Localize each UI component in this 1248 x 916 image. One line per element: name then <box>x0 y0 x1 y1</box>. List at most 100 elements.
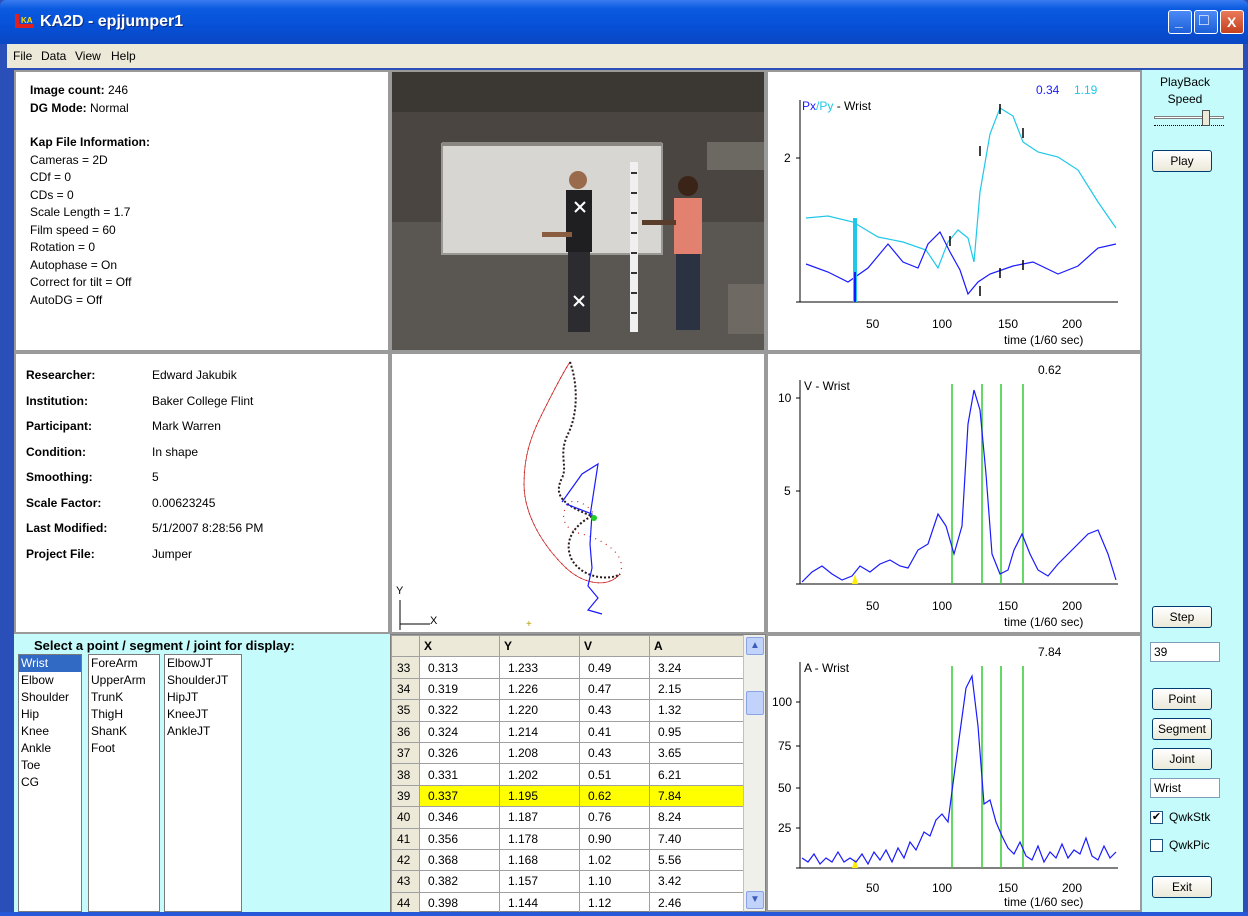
table-cell[interactable]: 0.382 <box>419 870 500 893</box>
menu-help[interactable]: Help <box>111 49 136 63</box>
list-item-segment[interactable]: ThigH <box>89 706 159 723</box>
table-row[interactable]: 33 0.313 1.233 0.49 3.24 <box>391 656 744 679</box>
table-cell[interactable]: 3.24 <box>649 656 744 679</box>
list-item-segment[interactable]: ForeArm <box>89 655 159 672</box>
table-cell[interactable]: 0.324 <box>419 720 500 743</box>
table-cell[interactable]: 1.226 <box>499 677 580 701</box>
column-header[interactable]: X <box>419 634 500 658</box>
row-number[interactable]: 36 <box>391 720 420 743</box>
row-number[interactable]: 33 <box>391 656 420 679</box>
table-cell[interactable]: 1.02 <box>579 848 650 872</box>
table-cell[interactable]: 1.10 <box>579 870 650 893</box>
table-cell[interactable]: 0.47 <box>579 677 650 701</box>
point-button[interactable]: Point <box>1152 688 1212 710</box>
maximize-button[interactable]: □ <box>1194 10 1218 34</box>
list-item-point[interactable]: Hip <box>19 706 81 723</box>
column-header[interactable]: Y <box>499 634 580 658</box>
joints-listbox[interactable]: ElbowJT ShoulderJT HipJT KneeJT AnkleJT <box>164 654 242 912</box>
table-row[interactable]: 44 0.398 1.144 1.12 2.46 <box>391 891 744 915</box>
slider-thumb[interactable] <box>1202 110 1210 126</box>
column-header[interactable]: V <box>579 634 650 658</box>
scroll-up-icon[interactable]: ▲ <box>746 637 764 655</box>
table-scrollbar[interactable]: ▲ ▼ <box>743 635 765 911</box>
table-cell[interactable]: 1.12 <box>579 891 650 915</box>
table-cell[interactable]: 0.319 <box>419 677 500 701</box>
table-row[interactable]: 34 0.319 1.226 0.47 2.15 <box>391 677 744 701</box>
list-item-joint[interactable]: ElbowJT <box>165 655 241 672</box>
qwkpic-check-icon[interactable] <box>1150 838 1163 852</box>
table-row[interactable]: 41 0.356 1.178 0.90 7.40 <box>391 827 744 850</box>
table-cell[interactable]: 1.168 <box>499 848 580 872</box>
row-number[interactable]: 40 <box>391 806 420 829</box>
position-graph[interactable]: 0.34 1.19 Px/Py - Wrist 2 50 100 150 200… <box>766 70 1142 352</box>
close-button[interactable]: X <box>1220 10 1244 34</box>
list-item-point[interactable]: Elbow <box>19 672 81 689</box>
table-row[interactable]: 38 0.331 1.202 0.51 6.21 <box>391 763 744 786</box>
row-number[interactable]: 38 <box>391 763 420 786</box>
list-item-point[interactable]: Knee <box>19 723 81 740</box>
table-cell[interactable]: 0.62 <box>579 784 650 808</box>
table-cell[interactable]: 1.187 <box>499 806 580 829</box>
table-cell[interactable]: 5.56 <box>649 848 744 872</box>
table-cell[interactable]: 0.337 <box>419 784 500 808</box>
table-cell[interactable]: 0.43 <box>579 699 650 722</box>
segments-listbox[interactable]: ForeArm UpperArm TrunK ThigH ShanK Foot <box>88 654 160 912</box>
table-row[interactable]: 43 0.382 1.157 1.10 3.42 <box>391 870 744 893</box>
qwkstk-check-icon[interactable]: ✔ <box>1150 810 1163 824</box>
qwkpic-checkbox[interactable]: QwkPic <box>1150 838 1210 852</box>
table-cell[interactable]: 0.331 <box>419 763 500 786</box>
table-cell[interactable]: 0.41 <box>579 720 650 743</box>
list-item-point[interactable]: Shoulder <box>19 689 81 706</box>
list-item-segment[interactable]: Foot <box>89 740 159 757</box>
list-item-joint[interactable]: ShoulderJT <box>165 672 241 689</box>
list-item-point[interactable]: CG <box>19 774 81 791</box>
table-cell[interactable]: 1.157 <box>499 870 580 893</box>
table-cell[interactable]: 1.195 <box>499 784 580 808</box>
table-row[interactable]: 37 0.326 1.208 0.43 3.65 <box>391 741 744 765</box>
table-row[interactable]: 42 0.368 1.168 1.02 5.56 <box>391 848 744 872</box>
table-cell[interactable]: 0.90 <box>579 827 650 850</box>
selected-name-field[interactable]: Wrist <box>1150 778 1220 798</box>
row-number[interactable]: 37 <box>391 741 420 765</box>
joint-button[interactable]: Joint <box>1152 748 1212 770</box>
points-listbox[interactable]: Wrist Elbow Shoulder Hip Knee Ankle Toe … <box>18 654 82 912</box>
table-cell[interactable]: 0.51 <box>579 763 650 786</box>
table-cell[interactable]: 1.178 <box>499 827 580 850</box>
list-item-segment[interactable]: TrunK <box>89 689 159 706</box>
table-cell[interactable]: 6.21 <box>649 763 744 786</box>
table-cell[interactable]: 1.214 <box>499 720 580 743</box>
exit-button[interactable]: Exit <box>1152 876 1212 898</box>
scroll-down-icon[interactable]: ▼ <box>746 891 764 909</box>
row-number[interactable]: 39 <box>391 784 420 808</box>
scroll-thumb[interactable] <box>746 691 764 715</box>
table-cell[interactable]: 0.322 <box>419 699 500 722</box>
table-cell[interactable]: 0.356 <box>419 827 500 850</box>
table-cell[interactable]: 0.398 <box>419 891 500 915</box>
table-cell[interactable]: 7.40 <box>649 827 744 850</box>
step-button[interactable]: Step <box>1152 606 1212 628</box>
table-cell[interactable]: 1.202 <box>499 763 580 786</box>
table-cell[interactable]: 0.326 <box>419 741 500 765</box>
row-number[interactable]: 44 <box>391 891 420 915</box>
row-number[interactable]: 42 <box>391 848 420 872</box>
table-cell[interactable]: 0.313 <box>419 656 500 679</box>
table-cell[interactable]: 8.24 <box>649 806 744 829</box>
table-row[interactable]: 39 0.337 1.195 0.62 7.84 <box>391 784 744 808</box>
segment-button[interactable]: Segment <box>1152 718 1212 740</box>
table-cell[interactable]: 0.43 <box>579 741 650 765</box>
table-cell[interactable]: 2.15 <box>649 677 744 701</box>
play-button[interactable]: Play <box>1152 150 1212 172</box>
menu-view[interactable]: View <box>75 49 101 63</box>
list-item-joint[interactable]: KneeJT <box>165 706 241 723</box>
table-cell[interactable]: 0.346 <box>419 806 500 829</box>
menu-data[interactable]: Data <box>41 49 66 63</box>
table-cell[interactable]: 0.95 <box>649 720 744 743</box>
row-number[interactable]: 43 <box>391 870 420 893</box>
list-item-point[interactable]: Wrist <box>19 655 81 672</box>
video-frame[interactable] <box>390 70 766 352</box>
acceleration-graph[interactable]: 7.84 A - Wrist 100 75 50 25 50 100 150 2… <box>766 634 1142 912</box>
list-item-joint[interactable]: AnkleJT <box>165 723 241 740</box>
row-number[interactable]: 34 <box>391 677 420 701</box>
table-row[interactable]: 40 0.346 1.187 0.76 8.24 <box>391 806 744 829</box>
list-item-segment[interactable]: UpperArm <box>89 672 159 689</box>
